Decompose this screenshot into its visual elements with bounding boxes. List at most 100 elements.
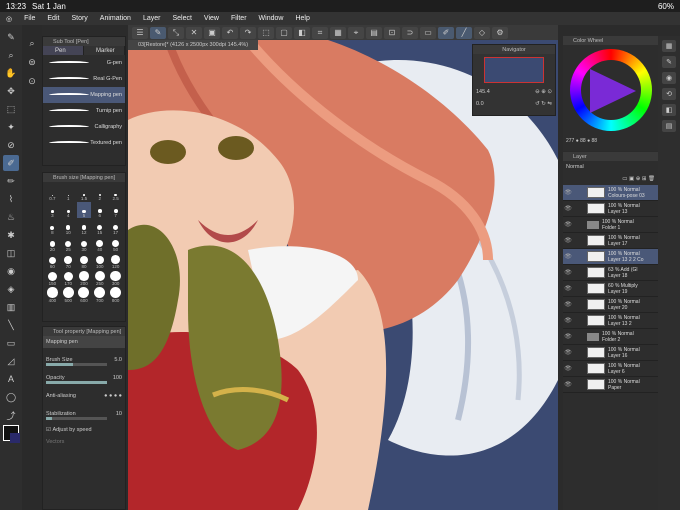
- brush-g-pen[interactable]: G-pen: [43, 55, 125, 71]
- brush-size-option[interactable]: 12: [77, 219, 92, 235]
- menu-icon[interactable]: ◎: [0, 15, 18, 23]
- crop-icon[interactable]: ⌗: [312, 26, 328, 39]
- layer-row[interactable]: 👁 100 % Normal Layer 13 2 2 Co: [563, 249, 658, 265]
- selection-tool-icon[interactable]: ⬚: [3, 101, 19, 117]
- brush-size-option[interactable]: 6: [92, 202, 107, 218]
- layer-row[interactable]: 👁 100 % Normal Paper: [563, 377, 658, 393]
- brush-size-option[interactable]: 17: [108, 219, 123, 235]
- hamburger-icon[interactable]: ☰: [132, 26, 148, 39]
- menu-select[interactable]: Select: [166, 15, 197, 22]
- menu-edit[interactable]: Edit: [41, 15, 65, 22]
- ruler-icon[interactable]: ▦: [330, 26, 346, 39]
- shortcut-icon[interactable]: ◇: [474, 26, 490, 39]
- brush-tool-icon[interactable]: ⌇: [3, 191, 19, 207]
- document-tab[interactable]: 03[Restore]* (4126 x 2500px 300dpi 145.4…: [128, 40, 258, 50]
- brush-size-option[interactable]: 15: [92, 219, 107, 235]
- eraser-icon[interactable]: ◫: [3, 245, 19, 261]
- rotate-controls-icon[interactable]: ↺ ↻ ⇋: [535, 101, 552, 107]
- brush-size-option[interactable]: 70: [61, 253, 76, 269]
- sub-color-swatch[interactable]: [10, 433, 20, 443]
- frame-icon[interactable]: ▭: [3, 335, 19, 351]
- rectangle-icon[interactable]: ▭: [420, 26, 436, 39]
- brush-size-row[interactable]: Brush Size 5.0: [43, 354, 125, 366]
- brush-size-option[interactable]: 10: [61, 219, 76, 235]
- palette-icon[interactable]: ◉: [662, 72, 676, 84]
- selection-icon[interactable]: ⊡: [384, 26, 400, 39]
- brush-size-option[interactable]: 500: [61, 287, 76, 303]
- blend-mode-row[interactable]: Normal: [563, 161, 658, 173]
- brush-size-option[interactable]: 50: [108, 236, 123, 252]
- opacity-slider[interactable]: [46, 381, 107, 384]
- layer-row[interactable]: 👁 60 % Multiply Layer 19: [563, 281, 658, 297]
- subtool-group-icon[interactable]: ⊜: [24, 54, 40, 70]
- tab-marker[interactable]: Marker: [84, 46, 125, 55]
- vectors-row[interactable]: Vectors: [43, 436, 125, 448]
- brush-real-g-pen[interactable]: Real G-Pen: [43, 71, 125, 87]
- gradient-icon[interactable]: ▥: [3, 299, 19, 315]
- layer-tools-icons[interactable]: ▭ ▣ ⊕ ⊞ 🗑: [622, 176, 655, 182]
- brush-size-option[interactable]: 3: [45, 202, 60, 218]
- brush-size-option[interactable]: 200: [77, 270, 92, 286]
- layer-row[interactable]: 👁 100 % Normal Colours-pose 03: [563, 185, 658, 201]
- navigator-zoom-row[interactable]: 145.4 ⊖ ⊕ ⊙: [473, 86, 555, 98]
- correct-line-icon[interactable]: ⤴: [3, 407, 19, 423]
- airbrush-icon[interactable]: ♨: [3, 209, 19, 225]
- layer-row[interactable]: 👁 100 % Normal Layer 13 2: [563, 313, 658, 329]
- eye-icon[interactable]: 👁: [563, 269, 573, 276]
- zoom-icon[interactable]: ⌕: [3, 47, 19, 63]
- zoom-controls-icon[interactable]: ⊖ ⊕ ⊙: [535, 89, 552, 95]
- invert-selection-icon[interactable]: ◧: [294, 26, 310, 39]
- brush-size-option[interactable]: 40: [92, 236, 107, 252]
- redo-icon[interactable]: ↷: [240, 26, 256, 39]
- layer-row[interactable]: 👁 100 % Normal Layer 16: [563, 345, 658, 361]
- brush-size-option[interactable]: 100: [92, 253, 107, 269]
- clear-icon[interactable]: ✕: [186, 26, 202, 39]
- brush-size-option[interactable]: 400: [45, 287, 60, 303]
- ruler-tool-icon[interactable]: ◿: [3, 353, 19, 369]
- history-icon[interactable]: ⟲: [662, 88, 676, 100]
- brush-size-option[interactable]: 1: [61, 185, 76, 201]
- brush-size-option[interactable]: 1.5: [77, 185, 92, 201]
- brush-size-option[interactable]: 60: [45, 253, 60, 269]
- move-icon[interactable]: ✥: [3, 83, 19, 99]
- menu-filter[interactable]: Filter: [225, 15, 253, 22]
- pen-icon[interactable]: ✐: [3, 155, 19, 171]
- brush-size-option[interactable]: 250: [92, 270, 107, 286]
- layer-row[interactable]: 👁 100 % Normal Layer 20: [563, 297, 658, 313]
- blend-mode-select[interactable]: Normal: [566, 164, 584, 170]
- brush-mapping-pen[interactable]: Mapping pen: [43, 87, 125, 103]
- eye-icon[interactable]: 👁: [563, 365, 573, 372]
- pen-tool-icon[interactable]: ✐: [438, 26, 454, 39]
- undo-icon[interactable]: ↶: [222, 26, 238, 39]
- search-icon[interactable]: ⌕: [24, 35, 40, 51]
- snap-icon[interactable]: ⌖: [348, 26, 364, 39]
- brush-size-option[interactable]: 150: [45, 270, 60, 286]
- layer-properties-icon[interactable]: ◧: [662, 104, 676, 116]
- menu-story[interactable]: Story: [65, 15, 93, 22]
- brush-size-option[interactable]: 700: [92, 287, 107, 303]
- brush-calligraphy[interactable]: Calligraphy: [43, 119, 125, 135]
- brush-size-option[interactable]: 170: [61, 270, 76, 286]
- brush-size-option[interactable]: 800: [108, 287, 123, 303]
- pencil-icon[interactable]: ✏: [3, 173, 19, 189]
- hand-icon[interactable]: ✋: [3, 65, 19, 81]
- layer-row[interactable]: 👁 100 % Normal Folder 1: [563, 217, 658, 233]
- brush-size-slider[interactable]: [46, 363, 107, 366]
- magic-wand-icon[interactable]: ✦: [3, 119, 19, 135]
- menu-view[interactable]: View: [198, 15, 225, 22]
- brush-size-option[interactable]: 0.7: [45, 185, 60, 201]
- balloon-icon[interactable]: ◯: [3, 389, 19, 405]
- text-icon[interactable]: A: [3, 371, 19, 387]
- fill-icon[interactable]: ▣: [204, 26, 220, 39]
- eyedropper-icon[interactable]: ⊘: [3, 137, 19, 153]
- antialiasing-options[interactable]: ● ● ● ●: [104, 393, 122, 399]
- brush-icon[interactable]: ✎: [3, 29, 19, 45]
- checkbox-icon[interactable]: ☑: [46, 427, 51, 433]
- layer-row[interactable]: 👁 100 % Normal Folder 2: [563, 329, 658, 345]
- antialiasing-row[interactable]: Anti-aliasing ● ● ● ●: [43, 390, 125, 402]
- brush-size-option[interactable]: 300: [108, 270, 123, 286]
- tab-pen[interactable]: Pen: [43, 46, 84, 55]
- brush-textured-pen[interactable]: Textured pen: [43, 135, 125, 151]
- deselect-icon[interactable]: ▢: [276, 26, 292, 39]
- color-wheel[interactable]: [569, 49, 652, 131]
